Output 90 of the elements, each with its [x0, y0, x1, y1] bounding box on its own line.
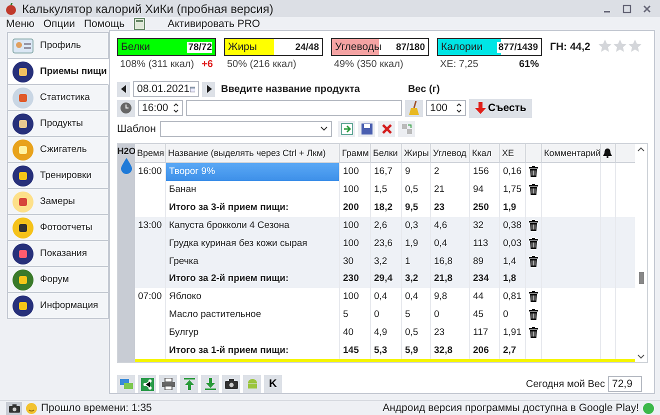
product-search-field[interactable]	[186, 100, 402, 116]
sidebar-item[interactable]: Профиль	[7, 32, 109, 60]
today-weight-field[interactable]: 72,9	[608, 376, 642, 392]
percent-value: 61%	[518, 59, 539, 70]
nutrient-meter: Калории 877/1439	[437, 38, 542, 56]
time-field[interactable]: 16:00	[138, 100, 183, 116]
nutrient-meter: Белки 78/72	[117, 38, 216, 56]
nutrient-note: 50% (216 ккал)	[227, 59, 296, 70]
menu-item[interactable]: Активировать PRO	[168, 18, 260, 30]
sidebar-item[interactable]: Информация	[7, 293, 109, 320]
swap-button[interactable]	[398, 120, 415, 137]
trash-icon[interactable]	[529, 166, 538, 178]
column-header[interactable]: Жиры	[402, 144, 431, 162]
nutrient-note: ХЕ: 7,25	[440, 59, 478, 70]
clock-button[interactable]	[117, 100, 135, 117]
gi-value: ГН: 44,2	[550, 40, 590, 54]
camera-button[interactable]	[222, 375, 240, 394]
trash-icon[interactable]	[529, 326, 538, 338]
column-header[interactable]: Белки	[371, 144, 402, 162]
nutrient-meter: Жиры 24/48	[224, 38, 323, 56]
calculator-icon[interactable]	[134, 18, 145, 30]
sidebar-item[interactable]: Замеры	[7, 189, 109, 216]
smiley-icon	[26, 402, 37, 414]
next-day-button[interactable]	[202, 82, 215, 97]
window-title: Калькулятор калорий ХиКи (пробная версия)	[22, 2, 274, 16]
menu-item[interactable]: Меню	[6, 18, 34, 30]
trash-icon[interactable]	[529, 220, 538, 231]
weight-field[interactable]: 100	[426, 100, 466, 116]
sidebar-item[interactable]: Фотоотчеты	[7, 215, 109, 242]
save-button[interactable]	[358, 120, 375, 137]
menu-item[interactable]: Помощь	[84, 18, 125, 30]
spinner-icon	[456, 103, 462, 114]
column-header[interactable]: Название (выделять через Ctrl + Лкм)	[166, 144, 340, 162]
sidebar-item[interactable]: Тренировки	[7, 163, 109, 190]
eat-button[interactable]: Съесть	[469, 98, 532, 118]
status-dot-icon	[643, 402, 654, 414]
sidebar-item[interactable]: Сжигатель	[7, 137, 109, 164]
column-header[interactable]: Комментарий	[542, 144, 601, 162]
sidebar-item[interactable]: Форум	[7, 267, 109, 294]
column-header[interactable]: Время	[135, 144, 166, 162]
menu-item[interactable]: Опции	[43, 18, 75, 30]
date-field[interactable]: 08.01.2021	[133, 81, 199, 98]
water-drop-icon[interactable]	[121, 158, 132, 174]
scrollbar-thumb[interactable]	[638, 272, 644, 284]
broom-button[interactable]	[405, 100, 423, 117]
nutrient-note: 108% (311 ккал)	[120, 59, 194, 70]
trash-icon[interactable]	[529, 184, 538, 196]
calendar-icon	[190, 84, 195, 95]
nutrient-note: 49% (350 ккал)	[334, 59, 404, 70]
trash-icon[interactable]	[529, 309, 538, 320]
sidebar-item[interactable]: Продукты	[7, 111, 109, 138]
trash-icon[interactable]	[529, 256, 538, 267]
triangle-right-icon	[206, 85, 212, 94]
today-weight-label: Сегодня мой Вес	[526, 378, 605, 390]
column-header[interactable]: Ккал	[470, 144, 500, 162]
column-header[interactable]: Углевод	[431, 144, 470, 162]
chevron-down-icon	[637, 354, 645, 360]
camera-button[interactable]	[6, 402, 22, 415]
maximize-icon[interactable]	[622, 4, 632, 14]
share-button[interactable]	[138, 375, 156, 394]
robot-icon	[246, 378, 258, 390]
nutrient-meter: Углеводы 87/180	[331, 38, 429, 56]
sidebar-item[interactable]: Показания	[7, 241, 109, 268]
print-button[interactable]	[159, 375, 177, 394]
spinner-icon	[173, 103, 179, 114]
add-template-button[interactable]	[338, 120, 355, 137]
sidebar-item[interactable]: Приемы пищи	[7, 59, 109, 86]
close-icon[interactable]	[642, 4, 652, 14]
template-label: Шаблон	[117, 122, 157, 135]
column-header[interactable]: Грамм	[340, 144, 371, 162]
cross-icon	[382, 124, 392, 134]
bell-icon	[603, 148, 612, 158]
weight-label: Вес (г)	[408, 84, 440, 95]
elapsed-time: Прошло времени: 1:35	[41, 402, 152, 414]
triangle-left-icon	[120, 85, 126, 94]
water-label: H2O	[117, 146, 136, 156]
product-label: Введите название продукта	[221, 84, 360, 95]
delete-button[interactable]	[378, 120, 395, 137]
sidebar-item[interactable]: Статистика	[7, 85, 109, 112]
previous-day-button[interactable]	[117, 82, 130, 97]
k-button[interactable]: K	[264, 375, 282, 394]
arrow-down-icon	[475, 102, 486, 114]
status-message: Андроид версия программы доступна в Google Play!	[382, 402, 639, 414]
apple-icon	[5, 2, 17, 15]
column-header[interactable]: ХЕ	[500, 144, 526, 162]
chevron-down-icon	[320, 126, 328, 132]
trash-icon[interactable]	[529, 238, 538, 249]
trash-icon[interactable]	[529, 291, 538, 302]
chevron-up-icon	[637, 147, 645, 152]
excess-value: +6	[202, 59, 213, 70]
